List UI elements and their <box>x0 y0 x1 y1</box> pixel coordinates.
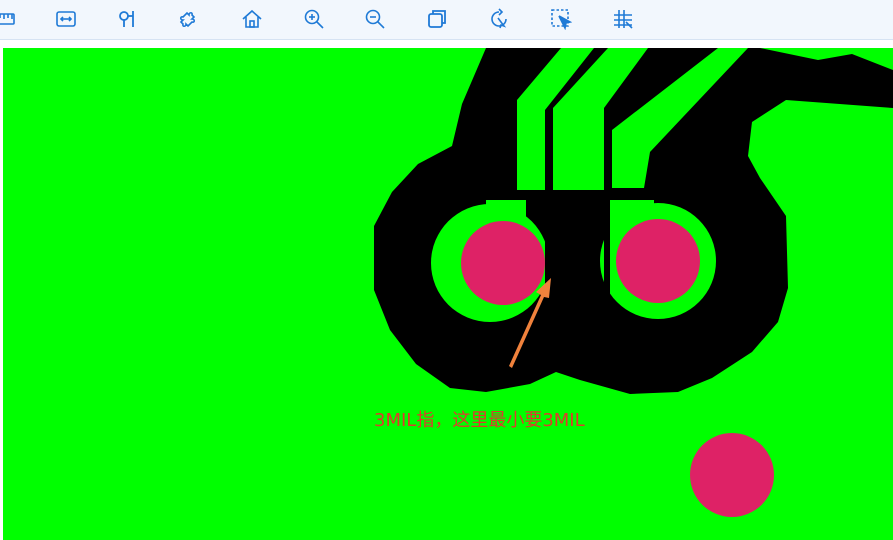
zoom-in-button[interactable] <box>299 4 329 34</box>
toolbar <box>0 0 893 40</box>
zoom-out-button[interactable] <box>360 4 390 34</box>
select-area-icon <box>551 9 572 30</box>
grid-button[interactable] <box>608 4 638 34</box>
gap-right-channel <box>604 195 610 305</box>
home-button[interactable] <box>237 4 267 34</box>
pcb-canvas[interactable] <box>3 48 893 540</box>
annotation-text: 3MIL指，这里最小要3MIL <box>374 410 585 431</box>
pad-left[interactable] <box>461 221 545 305</box>
measure-button[interactable] <box>51 4 81 34</box>
puzzle-icon <box>179 11 196 28</box>
zoom-out-icon <box>365 9 385 29</box>
layers-icon <box>428 10 446 28</box>
pad-bottom[interactable] <box>690 433 774 517</box>
home-icon <box>242 9 262 28</box>
puzzle-button[interactable] <box>175 4 205 34</box>
pcb-view <box>3 48 893 540</box>
ruler-button[interactable] <box>0 4 20 34</box>
refresh-select-button[interactable] <box>484 4 514 34</box>
measure-icon <box>56 11 76 27</box>
select-area-button[interactable] <box>546 4 576 34</box>
refresh-select-icon <box>491 8 507 29</box>
zoom-in-icon <box>304 9 324 29</box>
grid-icon <box>614 10 633 29</box>
probe-icon <box>119 11 134 27</box>
probe-button[interactable] <box>113 4 143 34</box>
ruler-icon <box>0 13 15 25</box>
pad-right[interactable] <box>616 219 700 303</box>
layers-button[interactable] <box>422 4 452 34</box>
